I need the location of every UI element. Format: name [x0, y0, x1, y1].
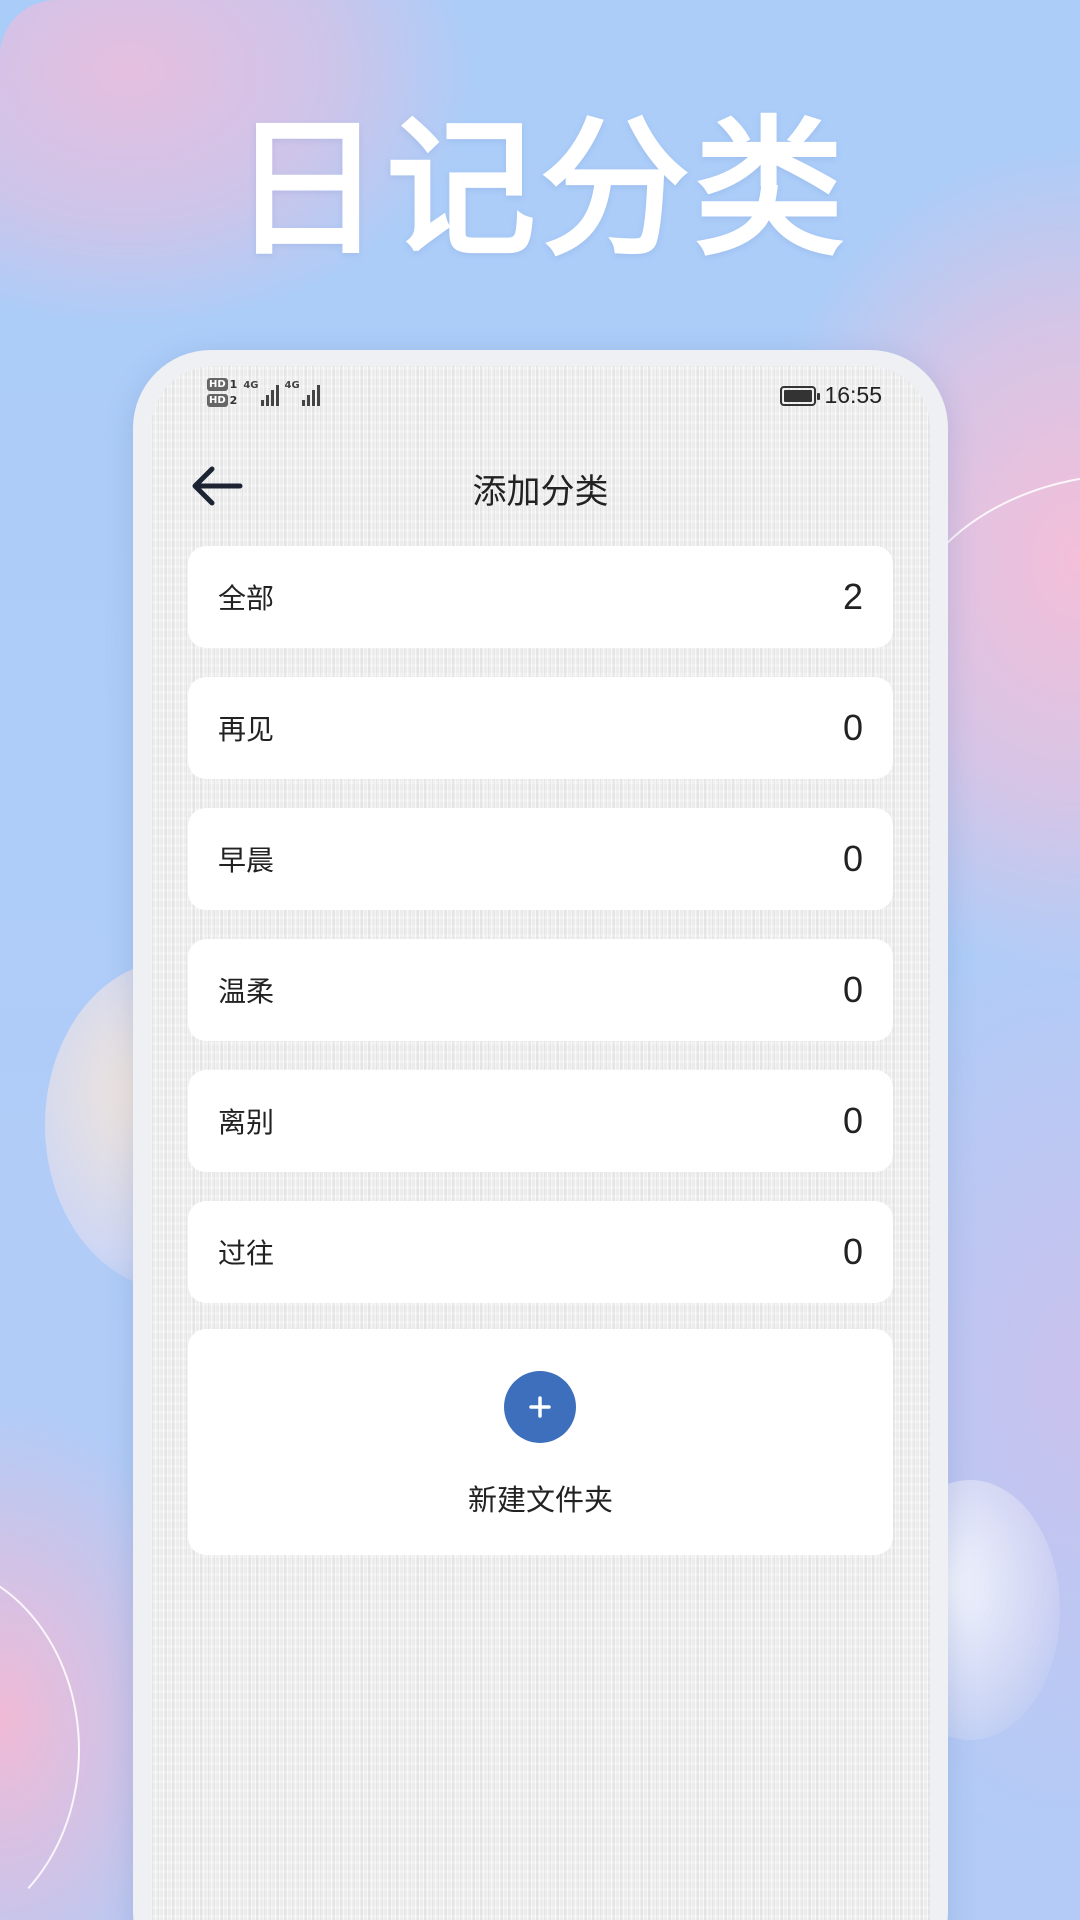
network-type: 4G — [243, 380, 259, 391]
category-item-gentle[interactable]: 温柔 0 — [188, 939, 893, 1041]
category-name: 过往 — [218, 1237, 275, 1270]
hd-icon: HD — [207, 378, 228, 391]
category-item-all[interactable]: 全部 2 — [188, 546, 893, 648]
category-count: 2 — [842, 576, 863, 617]
category-list: 全部 2 再见 0 早晨 0 温柔 0 离别 0 过往 0 — [188, 546, 893, 1303]
clock: 16:55 — [824, 382, 882, 408]
category-count: 0 — [842, 838, 863, 879]
add-button[interactable] — [504, 1371, 576, 1443]
app-screen: HD 1 HD 2 4G 4G 16:55 添加分类 全部 2 再见 0 早晨 … — [151, 366, 930, 1920]
category-item-morning[interactable]: 早晨 0 — [188, 808, 893, 910]
category-count: 0 — [842, 1231, 863, 1272]
category-name: 温柔 — [218, 975, 275, 1008]
phone-frame: HD 1 HD 2 4G 4G 16:55 添加分类 全部 2 再见 0 早晨 … — [133, 350, 948, 1920]
category-name: 再见 — [218, 713, 275, 746]
status-indicators: HD 1 HD 2 4G 4G — [207, 378, 320, 407]
decorative-arc — [0, 1560, 80, 1920]
category-name: 全部 — [218, 582, 275, 615]
status-bar: HD 1 HD 2 4G 4G 16:55 — [151, 366, 930, 426]
new-folder-button[interactable]: 新建文件夹 — [188, 1329, 893, 1555]
signal-group-2: 4G — [285, 380, 320, 406]
category-count: 0 — [842, 969, 863, 1010]
nav-bar: 添加分类 — [151, 436, 930, 536]
page-title: 添加分类 — [472, 472, 609, 512]
sim1-badge: HD 1 — [207, 378, 238, 391]
category-item-past[interactable]: 过往 0 — [188, 1201, 893, 1303]
status-right: 16:55 — [780, 382, 882, 409]
hd-icon: HD — [207, 394, 228, 407]
category-name: 早晨 — [218, 844, 275, 877]
category-item-goodbye[interactable]: 再见 0 — [188, 677, 893, 779]
new-folder-label: 新建文件夹 — [467, 1483, 613, 1517]
sim2-badge: HD 2 — [207, 394, 238, 407]
network-type: 4G — [284, 380, 300, 391]
category-count: 0 — [842, 1100, 863, 1141]
sim-badges: HD 1 HD 2 — [207, 378, 237, 407]
battery-icon — [780, 385, 821, 406]
category-item-parting[interactable]: 离别 0 — [188, 1070, 893, 1172]
signal-icon — [260, 380, 279, 406]
category-count: 0 — [842, 707, 863, 748]
signal-icon — [301, 380, 320, 406]
promo-headline: 日记分类 — [231, 103, 848, 277]
plus-icon — [529, 1396, 551, 1418]
signal-group-1: 4G — [243, 380, 279, 406]
category-name: 离别 — [218, 1106, 275, 1139]
